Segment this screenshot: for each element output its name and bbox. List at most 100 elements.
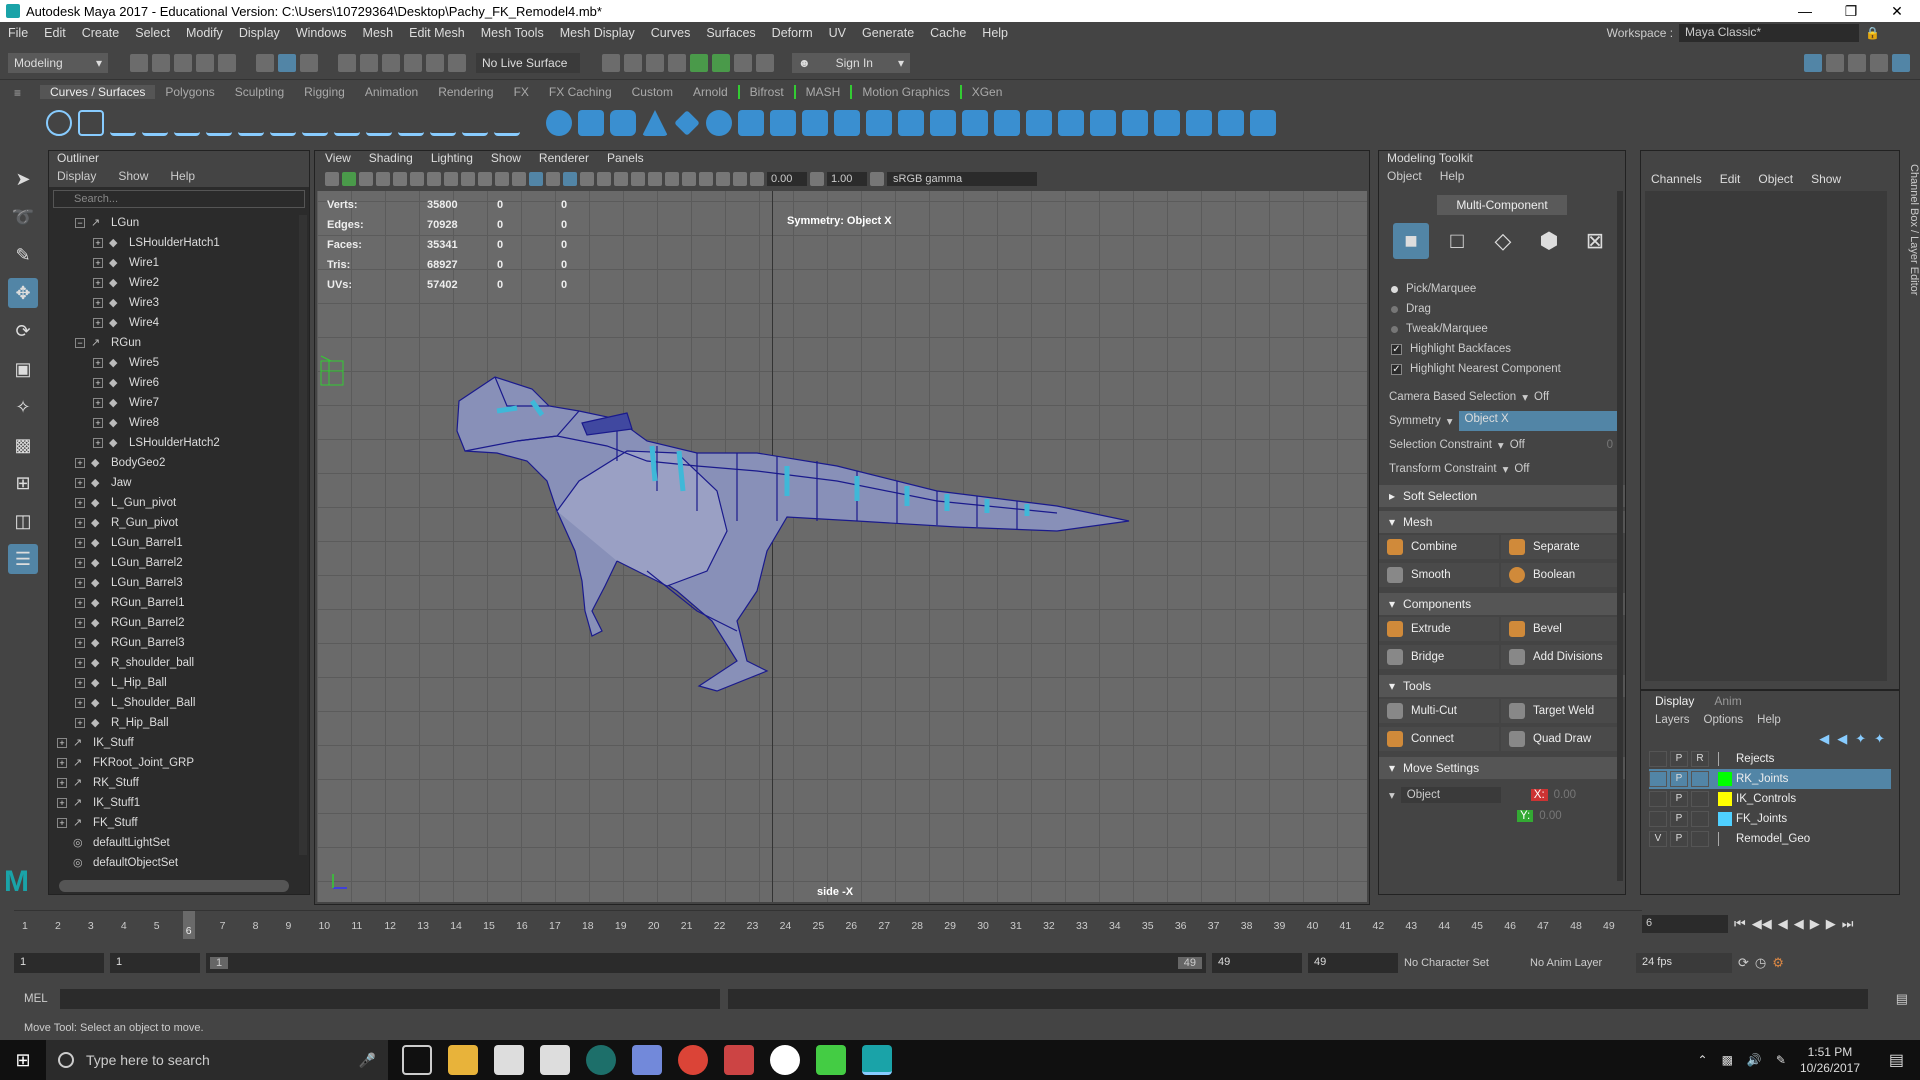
range-slider-bar[interactable]: 1 49 (206, 953, 1206, 973)
outliner-item[interactable]: + ◆ Jaw (49, 473, 295, 493)
outliner-item[interactable]: + ◆ Wire7 (49, 393, 295, 413)
chevron-down-icon[interactable]: ▾ (1447, 414, 1453, 428)
paint-select-icon[interactable]: ✎ (8, 240, 38, 270)
outliner-item[interactable]: + ◆ R_Hip_Ball (49, 713, 295, 733)
layer-color-swatch[interactable] (1718, 832, 1732, 846)
layout-toolkit-icon[interactable] (1892, 53, 1910, 72)
nurbs-plane-icon[interactable] (674, 110, 700, 136)
smooth-shade-icon[interactable] (529, 172, 543, 186)
layer-color-swatch[interactable] (1718, 812, 1732, 826)
extrude-button[interactable]: Extrude (1379, 617, 1499, 641)
gamma-icon[interactable] (810, 172, 824, 186)
target-weld-button[interactable]: Target Weld (1501, 699, 1621, 723)
bevel-button[interactable]: Bevel (1501, 617, 1621, 641)
microphone-icon[interactable]: 🎤 (359, 1052, 376, 1069)
current-frame-field[interactable]: 6 (1642, 915, 1728, 933)
xray-active-icon[interactable] (733, 172, 747, 186)
offset-curve-icon[interactable] (366, 110, 392, 136)
toggle-panel-icon[interactable] (712, 53, 730, 72)
outliner-item[interactable]: + ◆ L_Shoulder_Ball (49, 693, 295, 713)
gamma-field[interactable]: 1.00 (827, 172, 867, 186)
single-perspective-icon[interactable]: ▩ (8, 430, 38, 460)
shelf-tab-sculpting[interactable]: Sculpting (225, 85, 294, 99)
minimize-icon[interactable]: — (1782, 0, 1828, 22)
animation-start-field[interactable]: 1 (14, 953, 104, 973)
shelf-tab-animation[interactable]: Animation (355, 85, 428, 99)
combine-button[interactable]: Combine (1379, 535, 1499, 559)
edge-mode-icon[interactable]: ◇ (1485, 223, 1521, 259)
boundary-icon[interactable] (930, 110, 956, 136)
snap-curve-icon[interactable] (360, 53, 378, 72)
layer-toggle-v[interactable] (1649, 791, 1667, 807)
untrim-icon[interactable] (1026, 110, 1052, 136)
move-tool-icon[interactable]: ✥ (8, 278, 38, 308)
outliner-item[interactable]: + ◆ Wire3 (49, 293, 295, 313)
layer-toggle-v[interactable]: V (1649, 831, 1667, 847)
snap-surface-icon[interactable] (426, 53, 444, 72)
viewport-menu-show[interactable]: Show (491, 151, 521, 169)
layout-single-icon[interactable] (1804, 53, 1822, 72)
shelf-tab-mash[interactable]: MASH (796, 85, 853, 99)
object-mode-icon[interactable]: ■ (1393, 223, 1429, 259)
anim-layer-dropdown[interactable]: No Anim Layer (1530, 957, 1630, 969)
four-view-icon[interactable]: ⊞ (8, 468, 38, 498)
layer-toggle-p[interactable]: P (1670, 751, 1688, 767)
script-editor-icon[interactable]: ▤ (1896, 991, 1908, 1007)
app-icon[interactable] (724, 1045, 754, 1075)
shelf-tab-arnold[interactable]: Arnold (683, 85, 738, 99)
transform-constraint-value[interactable]: Off (1514, 463, 1529, 475)
mail-icon[interactable] (540, 1045, 570, 1075)
add-divisions-button[interactable]: Add Divisions (1501, 645, 1621, 669)
shelf-tab-bifrost[interactable]: Bifrost (737, 85, 796, 99)
select-hierarchy-icon[interactable] (256, 53, 274, 72)
go-to-start-icon[interactable]: ⏮ (1734, 916, 1746, 932)
channel-object-menu[interactable]: Object (1758, 172, 1793, 186)
outliner-vertical-scrollbar[interactable] (299, 215, 307, 855)
outliner-horizontal-scrollbar[interactable] (59, 880, 289, 892)
tweak-marquee-radio[interactable]: Tweak/Marquee (1379, 319, 1625, 339)
live-surface-field[interactable]: No Live Surface (476, 52, 580, 73)
toolkit-menu-object[interactable]: Object (1387, 169, 1422, 187)
film-gate-icon[interactable] (410, 172, 424, 186)
image-plane-icon[interactable] (376, 172, 390, 186)
stitch-icon[interactable] (1250, 110, 1276, 136)
grid-toggle-icon[interactable] (393, 172, 407, 186)
ep-curve-icon[interactable] (142, 110, 168, 136)
rebuild-curve-icon[interactable] (398, 110, 424, 136)
layer-row[interactable]: P IK_Controls (1649, 789, 1891, 809)
exposure-icon[interactable] (750, 172, 764, 186)
menu-file[interactable]: File (8, 26, 28, 40)
menu-select[interactable]: Select (135, 26, 170, 40)
outliner-item[interactable]: + ◆ RGun_Barrel1 (49, 593, 295, 613)
outliner-item[interactable]: + ◆ LGun_Barrel1 (49, 533, 295, 553)
select-tool-icon[interactable]: ➤ (8, 164, 38, 194)
layout-outliner-icon[interactable] (1848, 53, 1866, 72)
multi-component-button[interactable]: Multi-Component (1437, 195, 1567, 215)
layer-toggle-p[interactable]: P (1670, 831, 1688, 847)
highlight-backfaces-checkbox[interactable]: ✓ Highlight Backfaces (1379, 339, 1625, 359)
mesh-section[interactable]: ▾ Mesh (1379, 511, 1625, 533)
toolkit-scrollbar[interactable] (1617, 191, 1623, 881)
selection-constraint-number[interactable]: 0 (1607, 439, 1613, 451)
select-camera-icon[interactable] (325, 172, 339, 186)
move-layer-down-icon[interactable]: ◀ (1837, 731, 1847, 747)
outliner-item[interactable]: ◎ defaultLightSet (49, 833, 295, 853)
anti-aliasing-icon[interactable] (665, 172, 679, 186)
expand-icon[interactable]: + (57, 738, 67, 748)
windows-start-icon[interactable]: ⊞ (0, 1040, 46, 1080)
menu-generate[interactable]: Generate (862, 26, 914, 40)
rebuild-surface-icon[interactable] (1186, 110, 1212, 136)
channel-list-area[interactable] (1645, 191, 1887, 681)
expand-icon[interactable]: + (75, 538, 85, 548)
attach-surfaces-icon[interactable] (1090, 110, 1116, 136)
move-y-field[interactable]: 0.00 (1539, 810, 1561, 822)
expand-icon[interactable]: + (75, 718, 85, 728)
expand-icon[interactable]: + (57, 758, 67, 768)
maya-taskbar-icon[interactable] (862, 1045, 892, 1075)
outliner-item[interactable]: + ◆ RGun_Barrel2 (49, 613, 295, 633)
nurbs-torus-icon[interactable] (706, 110, 732, 136)
command-language-label[interactable]: MEL (0, 993, 60, 1005)
insert-knot-icon[interactable] (302, 110, 328, 136)
menu-cache[interactable]: Cache (930, 26, 966, 40)
render-frame-icon[interactable] (624, 53, 642, 72)
